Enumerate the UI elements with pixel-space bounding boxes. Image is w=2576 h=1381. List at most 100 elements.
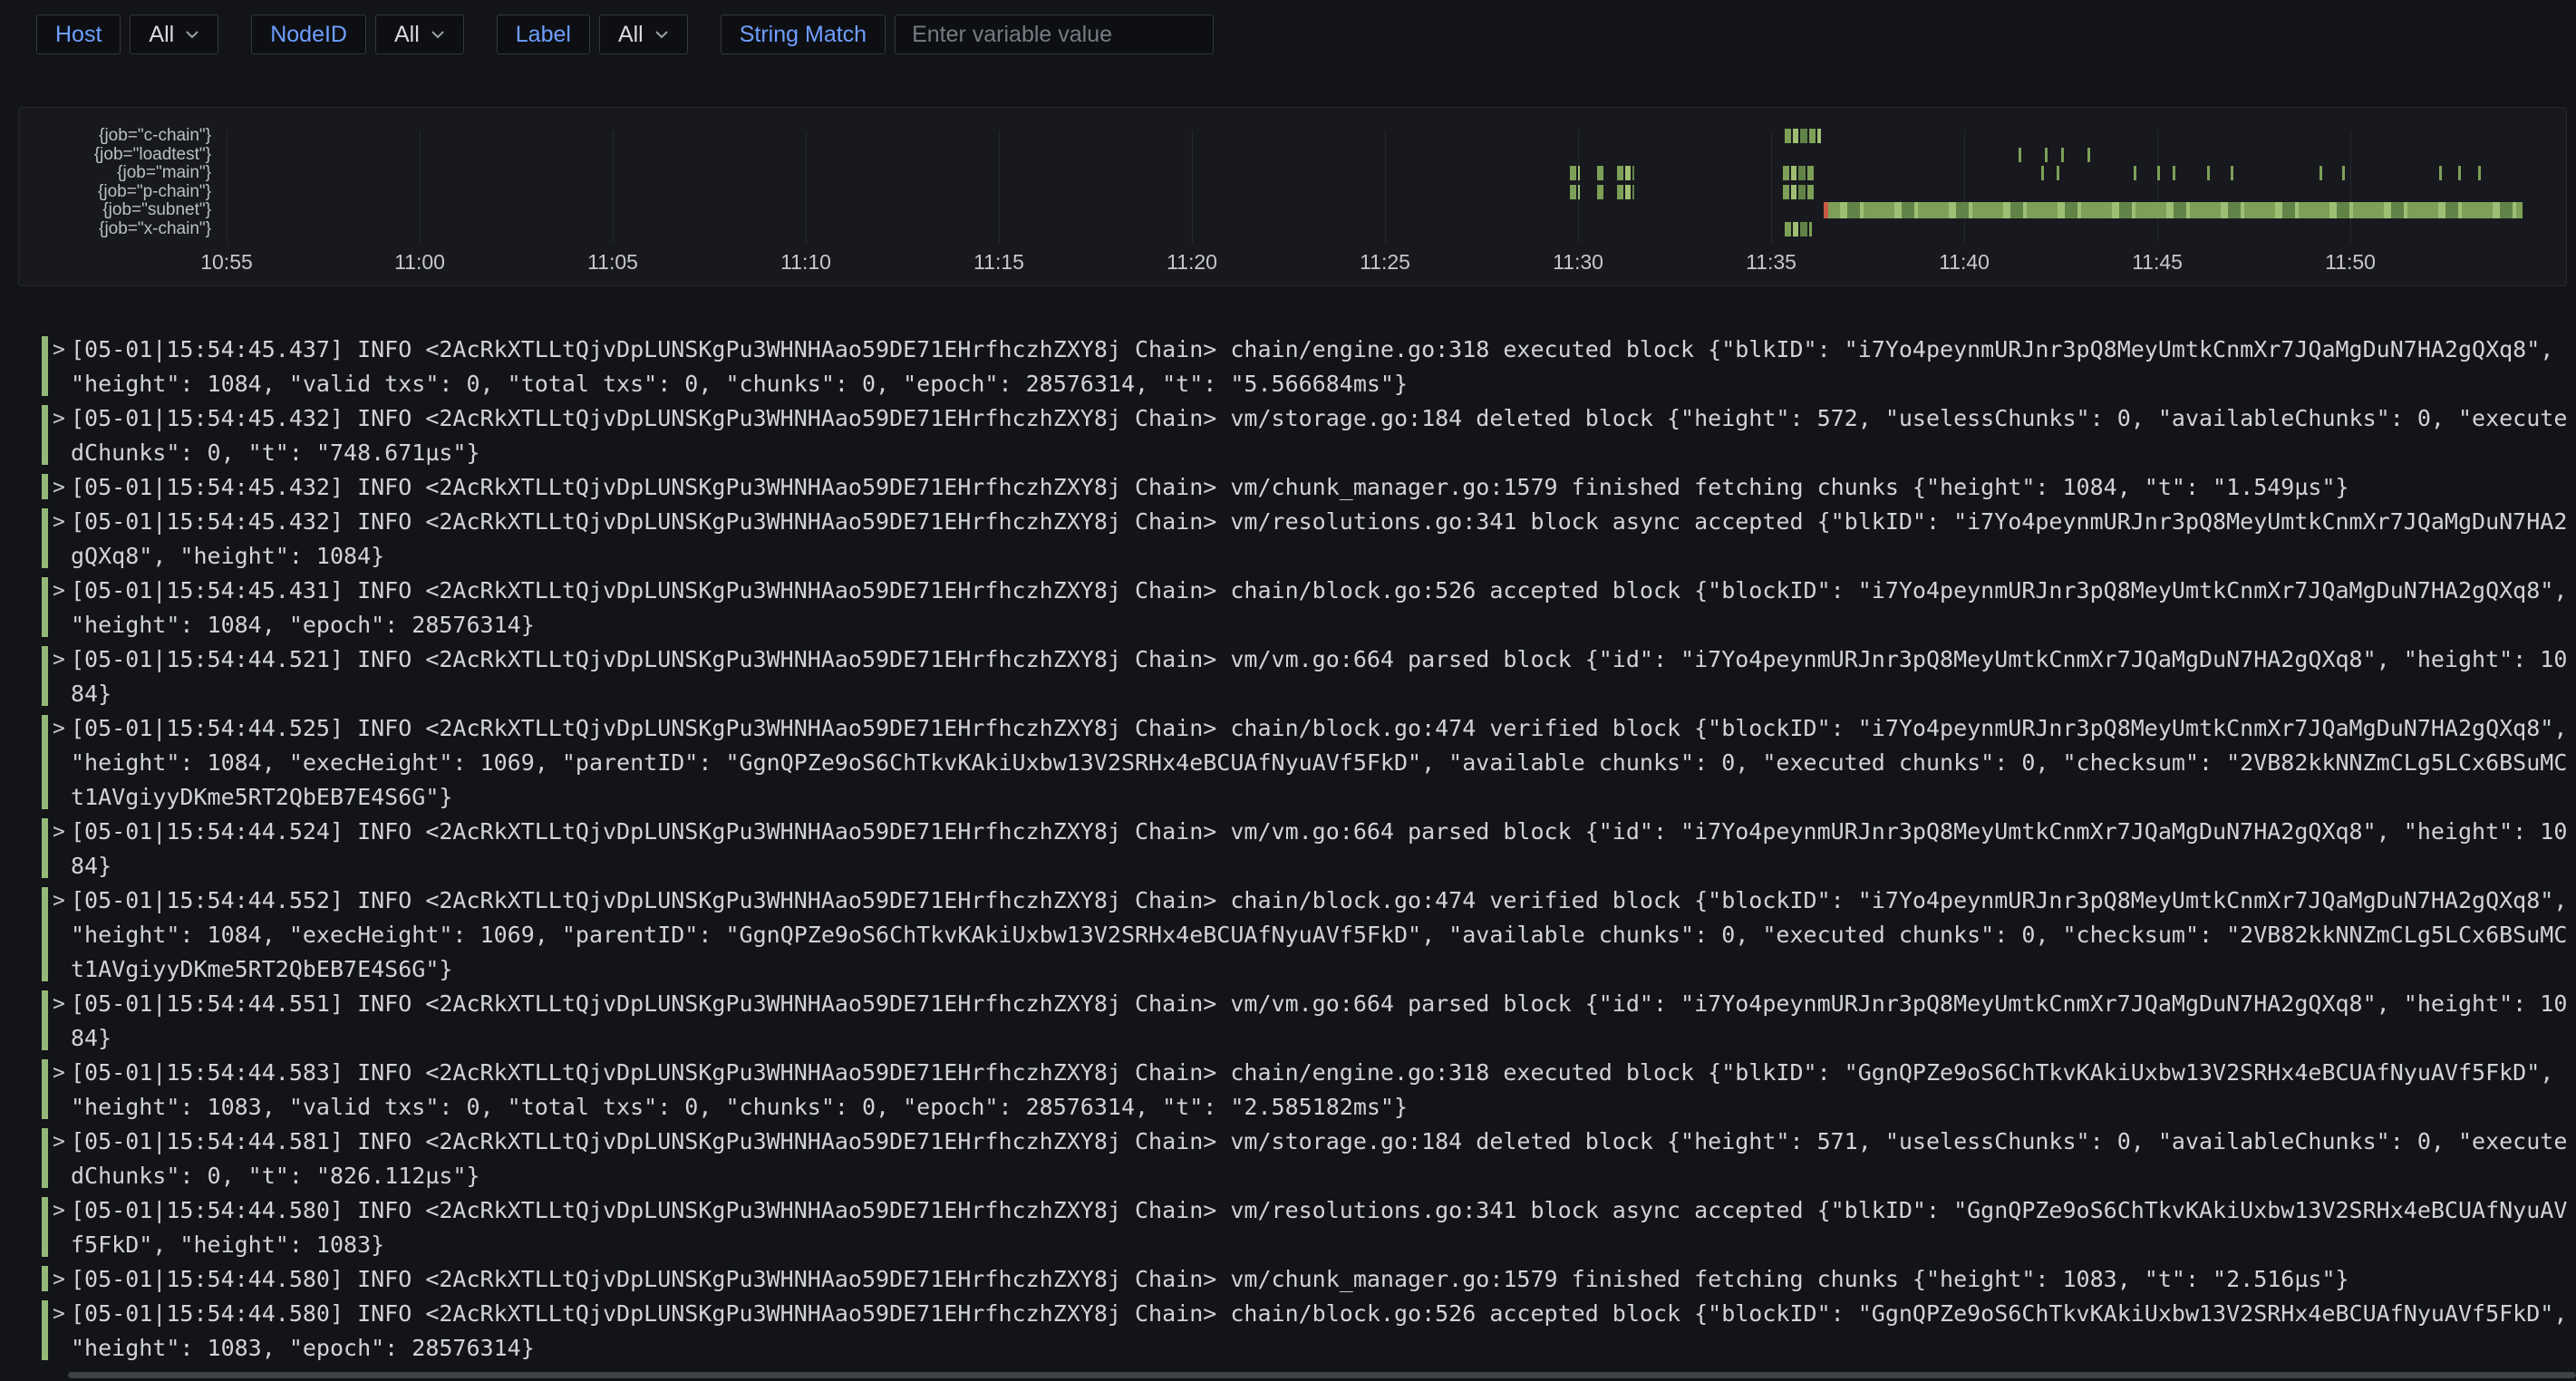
log-row[interactable]: >[05-01|15:54:44.524] INFO <2AcRkXTLLtQj… — [42, 815, 2576, 884]
chevron-down-icon — [654, 30, 669, 39]
series-cluster-mark — [1570, 185, 1580, 199]
variable-label: Label All — [497, 14, 688, 54]
series-tick-mark — [2157, 166, 2160, 180]
chevron-down-icon — [431, 30, 445, 39]
log-line-text: "height": 1084, "execHeight": 1069, "par… — [71, 746, 2576, 780]
log-level-bar — [42, 818, 48, 878]
series-tick-mark — [2045, 148, 2048, 162]
series-cluster-mark — [1783, 185, 1816, 199]
x-axis-label: 11:25 — [1331, 250, 1439, 275]
variable-label-nodeid: NodeID — [251, 14, 366, 54]
legend-item[interactable]: {job="p-chain"} — [19, 183, 211, 202]
log-row[interactable]: >[05-01|15:54:44.552] INFO <2AcRkXTLLtQj… — [42, 884, 2576, 987]
series-tick-mark — [2207, 166, 2210, 180]
series-tick-mark — [2134, 166, 2136, 180]
variables-toolbar: Host All NodeID All Label All — [36, 14, 1246, 54]
horizontal-scrollbar[interactable] — [68, 1372, 2576, 1378]
log-line-text: 84} — [71, 1021, 2576, 1056]
chevron-right-icon[interactable]: > — [53, 333, 65, 367]
log-row[interactable]: >[05-01|15:54:45.437] INFO <2AcRkXTLLtQj… — [42, 333, 2576, 401]
series-tick-mark — [2458, 166, 2461, 180]
log-line-text: "height": 1084, "epoch": 28576314} — [71, 608, 2576, 642]
series-tick-mark — [2057, 166, 2059, 180]
log-level-bar — [42, 1059, 48, 1119]
log-row[interactable]: >[05-01|15:54:45.431] INFO <2AcRkXTLLtQj… — [42, 574, 2576, 642]
log-level-bar — [42, 1128, 48, 1188]
variable-dropdown-nodeid[interactable]: All — [375, 14, 464, 54]
log-line-text: [05-01|15:54:44.580] INFO <2AcRkXTLLtQjv… — [71, 1297, 2576, 1331]
gridline — [1771, 130, 1772, 243]
variable-host: Host All — [36, 14, 218, 54]
chevron-right-icon[interactable]: > — [53, 574, 65, 608]
log-row[interactable]: >[05-01|15:54:44.551] INFO <2AcRkXTLLtQj… — [42, 987, 2576, 1056]
log-line-text: [05-01|15:54:45.432] INFO <2AcRkXTLLtQjv… — [71, 401, 2576, 436]
x-axis-label: 11:40 — [1910, 250, 2019, 275]
x-axis-label: 11:50 — [2296, 250, 2405, 275]
status-timeline-plot: 10:5511:0011:0511:1011:1511:2011:2511:30… — [19, 108, 2566, 285]
variable-dropdown-label[interactable]: All — [599, 14, 688, 54]
chevron-right-icon[interactable]: > — [53, 711, 65, 746]
chevron-right-icon[interactable]: > — [53, 1297, 65, 1331]
log-line-text: "height": 1083, "valid txs": 0, "total t… — [71, 1090, 2576, 1125]
log-line-text: [05-01|15:54:44.521] INFO <2AcRkXTLLtQjv… — [71, 642, 2576, 677]
log-level-bar — [42, 990, 48, 1050]
x-axis-label: 11:05 — [558, 250, 667, 275]
chevron-right-icon[interactable]: > — [53, 987, 65, 1021]
series-bar-mark — [1824, 202, 2523, 218]
log-row[interactable]: >[05-01|15:54:44.525] INFO <2AcRkXTLLtQj… — [42, 711, 2576, 815]
log-line-text: [05-01|15:54:45.437] INFO <2AcRkXTLLtQjv… — [71, 333, 2576, 367]
log-row[interactable]: >[05-01|15:54:44.580] INFO <2AcRkXTLLtQj… — [42, 1262, 2576, 1297]
log-line-text: [05-01|15:54:45.432] INFO <2AcRkXTLLtQjv… — [71, 470, 2576, 505]
chevron-right-icon[interactable]: > — [53, 401, 65, 436]
legend-item[interactable]: {job="loadtest"} — [19, 146, 211, 165]
x-axis-label: 11:35 — [1717, 250, 1825, 275]
variable-value-host: All — [149, 22, 174, 48]
gridline — [2157, 130, 2158, 243]
legend-item[interactable]: {job="c-chain"} — [19, 127, 211, 146]
x-axis-label: 11:20 — [1138, 250, 1246, 275]
chevron-right-icon[interactable]: > — [53, 470, 65, 505]
log-row[interactable]: >[05-01|15:54:45.432] INFO <2AcRkXTLLtQj… — [42, 470, 2576, 505]
log-line-text: [05-01|15:54:44.580] INFO <2AcRkXTLLtQjv… — [71, 1193, 2576, 1228]
chevron-right-icon[interactable]: > — [53, 1193, 65, 1228]
log-row[interactable]: >[05-01|15:54:44.521] INFO <2AcRkXTLLtQj… — [42, 642, 2576, 711]
legend-item[interactable]: {job="x-chain"} — [19, 220, 211, 239]
log-row[interactable]: >[05-01|15:54:45.432] INFO <2AcRkXTLLtQj… — [42, 401, 2576, 470]
x-axis-label: 11:15 — [944, 250, 1053, 275]
series-cluster-mark — [1783, 166, 1816, 180]
log-line-text: [05-01|15:54:44.580] INFO <2AcRkXTLLtQjv… — [71, 1262, 2576, 1297]
log-level-bar — [42, 336, 48, 396]
log-row[interactable]: >[05-01|15:54:44.583] INFO <2AcRkXTLLtQj… — [42, 1056, 2576, 1125]
log-level-bar — [42, 1266, 48, 1291]
series-error-tick — [1824, 202, 1828, 218]
log-line-text: [05-01|15:54:44.524] INFO <2AcRkXTLLtQjv… — [71, 815, 2576, 849]
variable-dropdown-host[interactable]: All — [130, 14, 218, 54]
chevron-right-icon[interactable]: > — [53, 884, 65, 918]
chevron-right-icon[interactable]: > — [53, 1262, 65, 1297]
gridline — [227, 130, 228, 243]
series-cluster-mark — [1617, 166, 1634, 180]
variable-label-host: Host — [36, 14, 121, 54]
chevron-right-icon[interactable]: > — [53, 642, 65, 677]
chevron-right-icon[interactable]: > — [53, 815, 65, 849]
series-tick-mark — [2478, 166, 2481, 180]
log-line-text: t1AVgiyyDKme5RT2QbEB7E4S6G"} — [71, 780, 2576, 815]
chevron-right-icon[interactable]: > — [53, 1125, 65, 1159]
variable-nodeid: NodeID All — [251, 14, 464, 54]
series-tick-mark — [2439, 166, 2442, 180]
log-row[interactable]: >[05-01|15:54:44.581] INFO <2AcRkXTLLtQj… — [42, 1125, 2576, 1193]
log-row[interactable]: >[05-01|15:54:45.432] INFO <2AcRkXTLLtQj… — [42, 505, 2576, 574]
log-row[interactable]: >[05-01|15:54:44.580] INFO <2AcRkXTLLtQj… — [42, 1297, 2576, 1366]
log-line-text: "height": 1083, "epoch": 28576314} — [71, 1331, 2576, 1366]
log-row[interactable]: >[05-01|15:54:44.580] INFO <2AcRkXTLLtQj… — [42, 1193, 2576, 1262]
x-axis-label: 11:10 — [751, 250, 860, 275]
log-line-text: t1AVgiyyDKme5RT2QbEB7E4S6G"} — [71, 952, 2576, 987]
series-tick-mark — [2231, 166, 2233, 180]
gridline — [999, 130, 1000, 243]
series-tick-mark — [2041, 166, 2044, 180]
string-match-input[interactable] — [895, 14, 1214, 54]
legend-item[interactable]: {job="subnet"} — [19, 201, 211, 220]
legend-item[interactable]: {job="main"} — [19, 164, 211, 183]
chevron-right-icon[interactable]: > — [53, 505, 65, 539]
chevron-right-icon[interactable]: > — [53, 1056, 65, 1090]
